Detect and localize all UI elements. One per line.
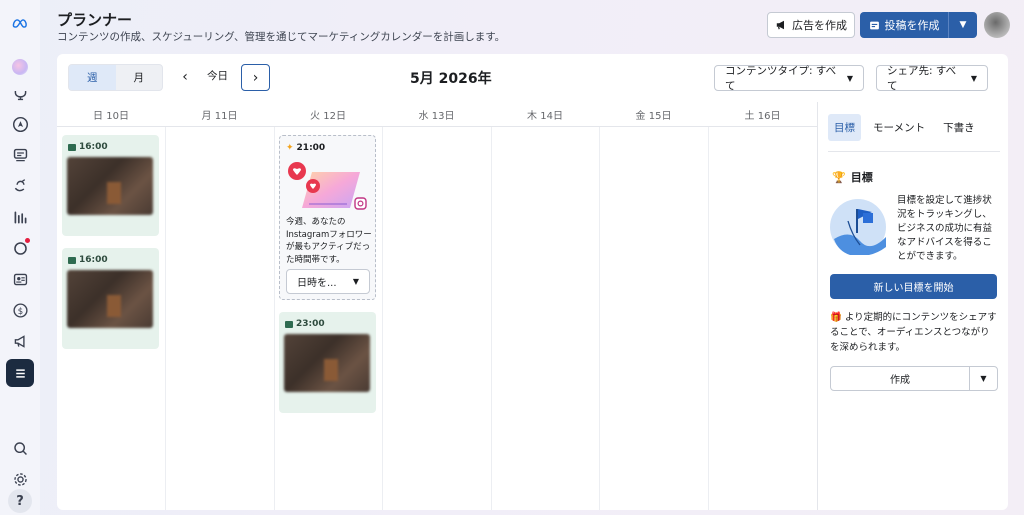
tab-drafts[interactable]: 下書き [937,114,981,141]
suggestion-time-label: 21:00 [296,143,326,153]
avatar[interactable] [984,12,1010,38]
suggestion-text: 今週、あなたのInstagramフォロワーが最もアクティブだった時間帯です。 [286,217,372,265]
column-divider [599,127,600,510]
best-time-suggestion: ✦ 21:00 今週、あなたのInstagramフォロワーが最もアクティブだった時… [279,135,376,300]
day-header-sat: 土 16日 [708,102,817,127]
ads-icon[interactable] [7,235,33,261]
post-time-label: 16:00 [79,255,108,265]
post-thumbnail [67,270,153,328]
day-header-wed: 水 13日 [382,102,491,127]
create-post-button[interactable]: 投稿を作成 [860,12,948,38]
search-icon[interactable] [7,435,33,461]
left-nav-rail: $ ? [0,0,40,515]
gift-icon: 🎁 [830,312,842,323]
create-dropdown[interactable]: ▼ [969,366,998,391]
right-panel: 目標 モーメント 下書き 🏆 目標 目標を設定して進捗状況をトラッキングし、ビジ… [817,102,1008,510]
post-thumbnail [67,157,153,215]
megaphone-icon[interactable] [7,328,33,354]
notification-icon[interactable] [7,80,33,106]
suggestion-time: ✦ 21:00 [286,143,325,153]
datetime-select-label: 日時を... [297,278,337,289]
create-ad-label: 広告を作成 [792,19,847,32]
planner-card: 週 月 ‹ 今日 › 5月 2026年 コンテンツタイプ: すべて ▼ シェア先… [57,54,1008,510]
chevron-down-icon: ▼ [846,73,853,83]
help-icon[interactable]: ? [8,489,32,513]
menu-icon[interactable] [6,359,34,387]
chevron-down-icon: ▼ [959,20,967,30]
profile-blob-icon[interactable] [7,54,33,80]
share-tip: 🎁 より定期的にコンテンツをシェアすることで、オーディエンスとつながりを深められ… [830,310,998,355]
instagram-engagement-illustration [288,162,367,210]
divider [828,151,1000,152]
start-new-goal-button[interactable]: 新しい目標を開始 [830,274,997,299]
page-subtitle: コンテンツの作成、スケジューリング、管理を通じてマーケティングカレンダーを計画し… [57,31,506,43]
create-post-dropdown[interactable]: ▼ [948,12,977,38]
right-panel-tabs: 目標 モーメント 下書き [828,114,981,141]
chevron-down-icon: ▼ [352,277,359,286]
svg-text:$: $ [17,306,22,316]
sparkle-icon: ✦ [286,143,294,153]
page-title: プランナー [57,11,133,29]
post-icon [869,21,879,29]
tab-moments[interactable]: モーメント [867,114,931,141]
week-calendar: 日 10日 月 11日 火 12日 水 13日 木 14日 金 15日 土 16… [57,102,817,510]
share-filter[interactable]: シェア先: すべて ▼ [876,65,988,92]
day-header-tue: 火 12日 [274,102,382,127]
column-divider [274,127,275,510]
post-thumbnail [284,334,370,392]
view-week-button[interactable]: 週 [69,65,116,90]
monetization-icon[interactable]: $ [7,297,33,323]
goal-title-label: 目標 [850,171,873,184]
goal-illustration [830,199,886,255]
chevron-down-icon: ▼ [970,73,977,83]
chevron-left-icon[interactable]: ‹ [174,66,196,88]
column-divider [165,127,166,510]
post-time: 23:00 [285,319,325,329]
megaphone-icon [776,20,784,30]
scheduled-post[interactable]: 23:00 [279,312,376,413]
meta-logo-icon[interactable] [7,10,33,36]
notification-dot [25,238,30,243]
column-divider [382,127,383,510]
post-time-label: 23:00 [296,319,325,329]
compass-icon[interactable] [7,111,33,137]
chevron-down-icon: ▼ [980,374,987,383]
share-filter-label: シェア先: すべて [887,65,957,92]
chevron-right-icon[interactable]: › [241,64,270,91]
view-toggle: 週 月 [68,64,163,91]
post-time: 16:00 [68,142,108,152]
post-time-label: 16:00 [79,142,108,152]
scheduled-post[interactable]: 16:00 [62,248,159,349]
create-post-label: 投稿を作成 [884,19,940,32]
tab-goals[interactable]: 目標 [828,114,861,141]
trophy-icon: 🏆 [832,170,846,184]
content-icon[interactable] [7,142,33,168]
today-button[interactable]: 今日 [207,68,228,83]
inbox-icon[interactable] [7,173,33,199]
day-header-thu: 木 14日 [491,102,599,127]
create-ad-button[interactable]: 広告を作成 [767,12,855,38]
day-header-mon: 月 11日 [165,102,274,127]
content-type-filter[interactable]: コンテンツタイプ: すべて ▼ [714,65,864,92]
post-type-icon [68,256,76,264]
post-type-icon [285,320,293,328]
post-time: 16:00 [68,255,108,265]
day-header-sun: 日 10日 [57,102,165,127]
scheduled-post[interactable]: 16:00 [62,135,159,236]
goal-description: 目標を設定して進捗状況をトラッキングし、ビジネスの成功に有益なアドバイスを得るこ… [897,195,993,262]
month-label: 5月 2026年 [410,71,492,87]
id-card-icon[interactable] [7,266,33,292]
content-type-filter-label: コンテンツタイプ: すべて [725,65,837,92]
share-tip-text: より定期的にコンテンツをシェアすることで、オーディエンスとつながりを深められます… [830,312,997,353]
create-button[interactable]: 作成 [830,366,970,391]
day-header-fri: 金 15日 [599,102,708,127]
column-divider [491,127,492,510]
goal-section-title: 🏆 目標 [832,169,873,185]
view-month-button[interactable]: 月 [116,65,163,90]
insights-icon[interactable] [7,204,33,230]
datetime-select[interactable]: 日時を... ▼ [286,269,370,294]
column-divider [708,127,709,510]
post-type-icon [68,143,76,151]
